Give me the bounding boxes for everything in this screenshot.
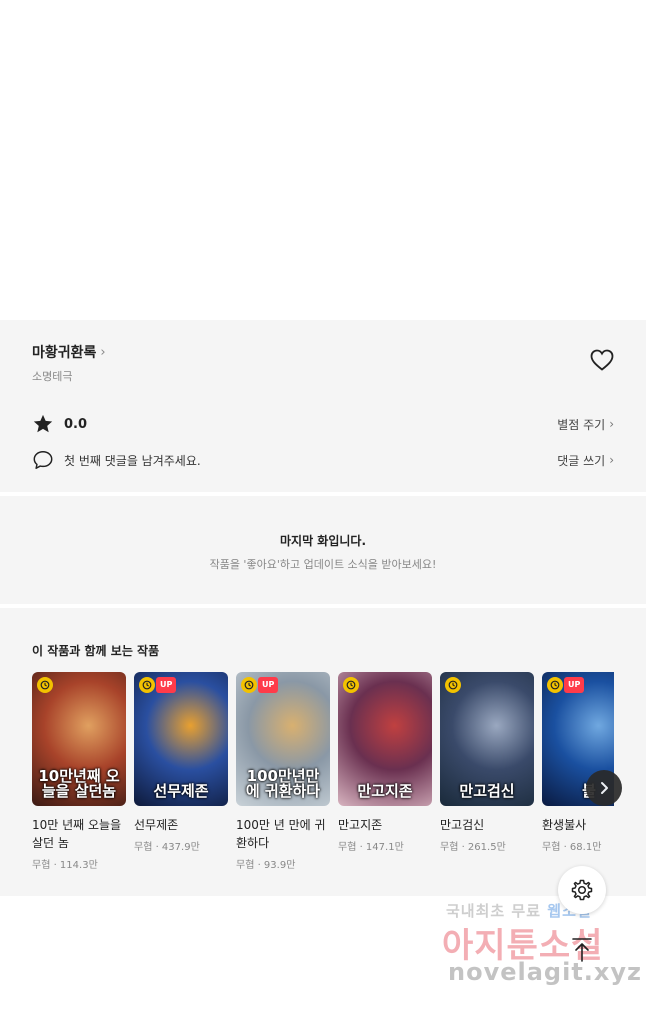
viewer-settings-button[interactable]	[558, 866, 606, 914]
clock-icon	[547, 677, 563, 693]
thumbnail-title-art: 만고검신	[459, 782, 515, 801]
recommendation-title: 선무제존	[134, 818, 179, 832]
recommendation-title: 100만 년 만에 귀환하다	[236, 818, 326, 850]
speech-bubble-icon	[33, 451, 53, 469]
recommendation-thumbnail: UP 100만년만에 귀환하다	[236, 672, 330, 806]
recommendation-thumbnail: 만고지존	[338, 672, 432, 806]
chevron-right-icon: ›	[609, 417, 614, 431]
recommendation-meta: 무협 · 114.3만	[32, 860, 98, 871]
comment-row: 첫 번째 댓글을 남겨주세요. 댓글 쓰기 ›	[32, 448, 614, 472]
recommendation-meta: 무협 · 261.5만	[440, 842, 506, 853]
carousel-next-button[interactable]	[586, 770, 622, 806]
heart-outline-icon[interactable]	[590, 349, 614, 371]
scroll-top-button[interactable]	[566, 934, 598, 966]
comment-prompt: 첫 번째 댓글을 남겨주세요.	[64, 453, 201, 468]
clock-icon	[343, 677, 359, 693]
recommendation-title: 환생불사	[542, 818, 587, 832]
recommendation-heading: 이 작품과 함께 보는 작품	[32, 644, 160, 658]
last-episode-subtitle: 작품을 '좋아요'하고 업데이트 소식을 받아보세요!	[209, 558, 437, 571]
last-episode-notice: 마지막 화입니다. 작품을 '좋아요'하고 업데이트 소식을 받아보세요!	[0, 496, 646, 604]
clock-icon	[37, 677, 53, 693]
last-episode-title: 마지막 화입니다.	[279, 534, 367, 548]
viewer-blank-area	[0, 0, 646, 320]
watermark-url: novelagit.xyz	[448, 958, 643, 986]
thumbnail-title-art: 100만년만에 귀환하다	[245, 766, 321, 801]
recommendation-meta: 무협 · 147.1만	[338, 842, 404, 853]
clock-icon	[139, 677, 155, 693]
rate-button-label: 별점 주기	[557, 417, 606, 432]
work-info-panel: 마황귀환록 › 소명테극 0.0 별점 주기 › 첫 번째 댓글을 남겨주세요.…	[0, 320, 646, 492]
recommendation-title: 만고지존	[338, 818, 383, 832]
recommendation-card[interactable]: UP 선무제존 선무제존 무협 · 437.9만	[134, 672, 228, 853]
rating-row: 0.0 별점 주기 ›	[32, 412, 614, 436]
recommendation-card[interactable]: 만고검신 만고검신 무협 · 261.5만	[440, 672, 534, 853]
up-badge: UP	[564, 677, 585, 693]
recommendation-section: 이 작품과 함께 보는 작품 10만년째 오늘을 살던놈 10만 년째 오늘을 살…	[0, 608, 646, 896]
thumbnail-title-art: 10만년째 오늘을 살던놈	[38, 766, 120, 801]
recommendation-title: 10만 년째 오늘을 살던 놈	[32, 818, 122, 850]
rate-button[interactable]: 별점 주기 ›	[557, 416, 614, 433]
recommendation-card[interactable]: 10만년째 오늘을 살던놈 10만 년째 오늘을 살던 놈무협 · 114.3만	[32, 672, 126, 871]
write-comment-button[interactable]: 댓글 쓰기 ›	[557, 452, 614, 469]
thumbnail-title-art: 만고지존	[357, 782, 413, 801]
recommendation-card[interactable]: 만고지존 만고지존 무협 · 147.1만	[338, 672, 432, 853]
chevron-right-icon	[601, 782, 608, 794]
up-badge: UP	[156, 677, 177, 693]
work-author: 소명테극	[32, 370, 73, 383]
recommendation-thumbnail: 만고검신	[440, 672, 534, 806]
gear-icon	[571, 879, 593, 901]
recommendation-carousel: 10만년째 오늘을 살던놈 10만 년째 오늘을 살던 놈무협 · 114.3만 U…	[32, 672, 614, 892]
thumbnail-title-art: 선무제존	[153, 782, 209, 801]
recommendation-thumbnail: UP 선무제존	[134, 672, 228, 806]
recommendation-meta: 무협 · 93.9만	[236, 860, 296, 871]
recommendation-title: 만고검신	[440, 818, 485, 832]
clock-icon	[241, 677, 257, 693]
recommendation-card[interactable]: UP불환생불사무협 · 68.1만	[542, 672, 614, 853]
star-icon	[33, 414, 53, 433]
chevron-right-icon: ›	[100, 344, 106, 360]
recommendation-meta: 무협 · 437.9만	[134, 842, 200, 853]
work-title: 마황귀환록	[32, 345, 97, 361]
recommendation-meta: 무협 · 68.1만	[542, 842, 602, 853]
chevron-right-icon: ›	[609, 453, 614, 467]
work-title-link[interactable]: 마황귀환록 ›	[32, 342, 106, 362]
up-badge: UP	[258, 677, 279, 693]
arrow-up-icon	[572, 938, 592, 962]
recommendation-card[interactable]: UP 100만년만에 귀환하다 100만 년 만에 귀환하다무협 · 93.9만	[236, 672, 330, 871]
clock-icon	[445, 677, 461, 693]
recommendation-thumbnail: 10만년째 오늘을 살던놈	[32, 672, 126, 806]
rating-score: 0.0	[64, 416, 88, 432]
write-comment-label: 댓글 쓰기	[557, 453, 606, 468]
